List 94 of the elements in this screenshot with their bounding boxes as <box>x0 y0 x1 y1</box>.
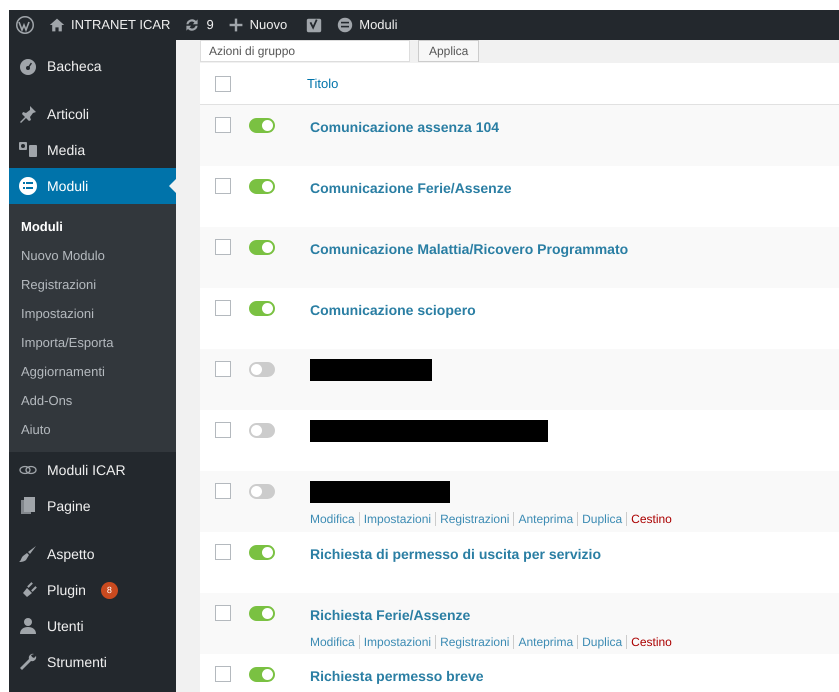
sidebar-item[interactable]: Aspetto <box>9 536 176 572</box>
row-checkbox[interactable] <box>215 361 231 377</box>
submenu-item[interactable]: Importa/Esporta <box>9 328 176 357</box>
sidebar-item[interactable]: Articoli <box>9 96 176 132</box>
sidebar-item-label: Media <box>47 140 86 160</box>
forms-link[interactable]: Moduli <box>337 15 398 35</box>
form-title-link[interactable]: Comunicazione sciopero <box>310 300 476 321</box>
select-all-checkbox[interactable] <box>215 76 231 92</box>
row-checkbox[interactable] <box>215 422 231 438</box>
home-icon <box>49 17 65 33</box>
active-toggle[interactable] <box>249 179 275 194</box>
submenu-item[interactable]: Impostazioni <box>9 299 176 328</box>
new-link[interactable]: Nuovo <box>228 15 288 35</box>
sidebar-item[interactable]: Plugin 8 <box>9 572 176 608</box>
wrench-icon <box>18 652 38 672</box>
brush-icon <box>18 544 38 564</box>
row-checkbox[interactable] <box>215 544 231 560</box>
sidebar-item[interactable]: Bacheca <box>9 48 176 84</box>
forms-link-label: Moduli <box>359 16 398 34</box>
form-list-icon <box>337 17 354 33</box>
form-title-link[interactable]: Richiesta di permesso di uscita per servizio <box>310 544 601 565</box>
sidebar-item[interactable]: Utenti <box>9 608 176 644</box>
active-toggle[interactable] <box>249 301 275 316</box>
sidebar-item-label: Moduli <box>47 176 88 196</box>
bulk-actions-select[interactable]: Azioni di gruppo <box>200 40 410 62</box>
user-icon <box>18 616 38 636</box>
sidebar-item[interactable]: Pagine <box>9 488 176 524</box>
active-toggle[interactable] <box>249 240 275 255</box>
row-checkbox[interactable] <box>215 605 231 621</box>
form-title-link[interactable]: Comunicazione Ferie/Assenze <box>310 178 512 199</box>
row-checkbox[interactable] <box>215 666 231 682</box>
action-link[interactable]: Duplica <box>577 635 626 649</box>
row-checkbox[interactable] <box>215 300 231 316</box>
action-link[interactable]: Anteprima <box>513 512 578 526</box>
sidebar-item-label: Plugin <box>47 580 86 600</box>
form-list-icon <box>18 176 38 196</box>
sidebar-item-label: Aspetto <box>47 544 94 564</box>
apply-button[interactable]: Applica <box>418 40 480 62</box>
sidebar-item[interactable]: Moduli <box>9 168 176 204</box>
pages-icon <box>18 496 38 516</box>
media-icon <box>18 140 38 160</box>
submenu-item[interactable]: Aggiornamenti <box>9 357 176 386</box>
trash-link[interactable]: Cestino <box>626 512 676 526</box>
trash-link[interactable]: Cestino <box>626 635 676 649</box>
active-toggle[interactable] <box>249 606 275 621</box>
action-link[interactable]: Modifica <box>310 635 359 649</box>
update-count: 8 <box>100 582 118 598</box>
action-link[interactable]: Registrazioni <box>435 512 514 526</box>
sidebar-item-label: Pagine <box>47 496 91 516</box>
sidebar-item-label: Bacheca <box>47 56 102 76</box>
action-link[interactable]: Impostazioni <box>358 635 436 649</box>
sidebar-item-label: Strumenti <box>47 652 107 672</box>
sidebar-item-label: Articoli <box>47 104 90 124</box>
submenu-item[interactable]: Moduli <box>9 212 176 241</box>
active-toggle[interactable] <box>249 545 275 560</box>
row-checkbox[interactable] <box>215 239 231 255</box>
site-link-label: INTRANET ICAR <box>71 16 170 34</box>
form-title-link[interactable]: Comunicazione Malattia/Ricovero Programmato <box>310 239 628 260</box>
logo-icon[interactable] <box>15 15 35 35</box>
pin-icon <box>18 104 38 124</box>
action-link[interactable]: Anteprima <box>513 635 578 649</box>
sidebar-item[interactable]: Strumenti <box>9 644 176 680</box>
row-checkbox[interactable] <box>215 117 231 133</box>
row-checkbox[interactable] <box>215 483 231 499</box>
submenu-item[interactable]: Nuovo Modulo <box>9 241 176 270</box>
active-toggle[interactable] <box>249 362 275 377</box>
sidebar-item[interactable]: Media <box>9 132 176 168</box>
dashboard-icon <box>18 56 38 76</box>
action-link[interactable]: Registrazioni <box>435 635 514 649</box>
action-link[interactable]: Modifica <box>310 512 359 526</box>
form-title-link[interactable]: Richiesta permesso breve <box>310 666 484 687</box>
submenu-item[interactable]: Aiuto <box>9 415 176 444</box>
row-checkbox[interactable] <box>215 178 231 194</box>
form-title-link[interactable]: Richiesta Ferie/Assenze <box>310 605 470 626</box>
new-link-label: Nuovo <box>250 16 288 34</box>
refresh-icon <box>184 17 200 33</box>
sidebar-item-label: Moduli ICAR <box>47 460 126 480</box>
sidebar-item[interactable]: Moduli ICAR <box>9 452 176 488</box>
updates-link[interactable]: 9 <box>184 15 214 35</box>
active-toggle[interactable] <box>249 484 275 499</box>
action-link[interactable]: Duplica <box>577 512 626 526</box>
active-toggle[interactable] <box>249 423 275 438</box>
active-toggle[interactable] <box>249 118 275 133</box>
column-header[interactable]: Titolo <box>307 74 338 94</box>
seo-icon[interactable] <box>305 16 324 34</box>
submenu-item[interactable]: Registrazioni <box>9 270 176 299</box>
form-title-link[interactable]: Comunicazione assenza 104 <box>310 117 500 138</box>
action-link[interactable]: Impostazioni <box>358 512 436 526</box>
sidebar-item-label: Utenti <box>47 616 84 636</box>
site-link[interactable]: INTRANET ICAR <box>49 15 170 35</box>
plus-icon <box>228 17 244 33</box>
updates-link-label: 9 <box>206 16 214 34</box>
submenu-item[interactable]: Add-Ons <box>9 386 176 415</box>
active-toggle[interactable] <box>249 667 275 682</box>
